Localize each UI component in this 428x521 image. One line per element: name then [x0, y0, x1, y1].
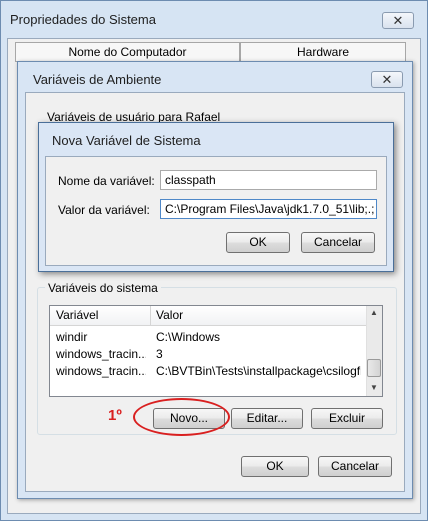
- variable-value-label: Valor da variável:: [58, 203, 150, 217]
- scroll-up-arrow-icon[interactable]: ▲: [366, 306, 382, 320]
- list-row-value[interactable]: C:\Windows: [156, 329, 361, 345]
- tab-computer-name[interactable]: Nome do Computador: [15, 42, 240, 62]
- variable-name-label: Nome da variável:: [58, 174, 155, 188]
- variable-name-input[interactable]: classpath: [160, 170, 377, 190]
- list-row-value[interactable]: C:\BVTBin\Tests\installpackage\csilogfil…: [156, 363, 361, 379]
- annotation-step-label: 1º: [108, 407, 122, 424]
- system-variables-label: Variáveis do sistema: [45, 281, 161, 295]
- list-row-name[interactable]: windir: [56, 329, 146, 345]
- scroll-down-arrow-icon[interactable]: ▼: [366, 381, 382, 395]
- list-row-name[interactable]: windows_tracin...: [56, 346, 146, 362]
- list-row-value[interactable]: 3: [156, 346, 361, 362]
- new-system-variable-title: Nova Variável de Sistema: [52, 133, 201, 148]
- variable-value-input[interactable]: C:\Program Files\Java\jdk1.7.0_51\lib;.;: [160, 199, 377, 219]
- env-cancel-button[interactable]: Cancelar: [318, 456, 392, 477]
- system-properties-close-button[interactable]: ✕: [382, 12, 414, 29]
- list-row-name[interactable]: windows_tracin...: [56, 363, 146, 379]
- scrollbar-thumb[interactable]: [367, 359, 381, 377]
- column-divider[interactable]: [150, 306, 151, 326]
- edit-variable-button[interactable]: Editar...: [231, 408, 303, 429]
- environment-variables-close-button[interactable]: ✕: [371, 71, 403, 88]
- env-ok-button[interactable]: OK: [241, 456, 309, 477]
- column-header-variable[interactable]: Variável: [56, 306, 98, 326]
- new-var-ok-button[interactable]: OK: [226, 232, 290, 253]
- new-var-cancel-button[interactable]: Cancelar: [301, 232, 375, 253]
- annotation-highlight-ellipse: [133, 398, 230, 436]
- column-header-value[interactable]: Valor: [156, 306, 183, 326]
- environment-variables-title: Variáveis de Ambiente: [33, 72, 162, 87]
- system-properties-title: Propriedades do Sistema: [10, 12, 156, 27]
- delete-variable-button[interactable]: Excluir: [311, 408, 383, 429]
- tab-hardware[interactable]: Hardware: [240, 42, 406, 62]
